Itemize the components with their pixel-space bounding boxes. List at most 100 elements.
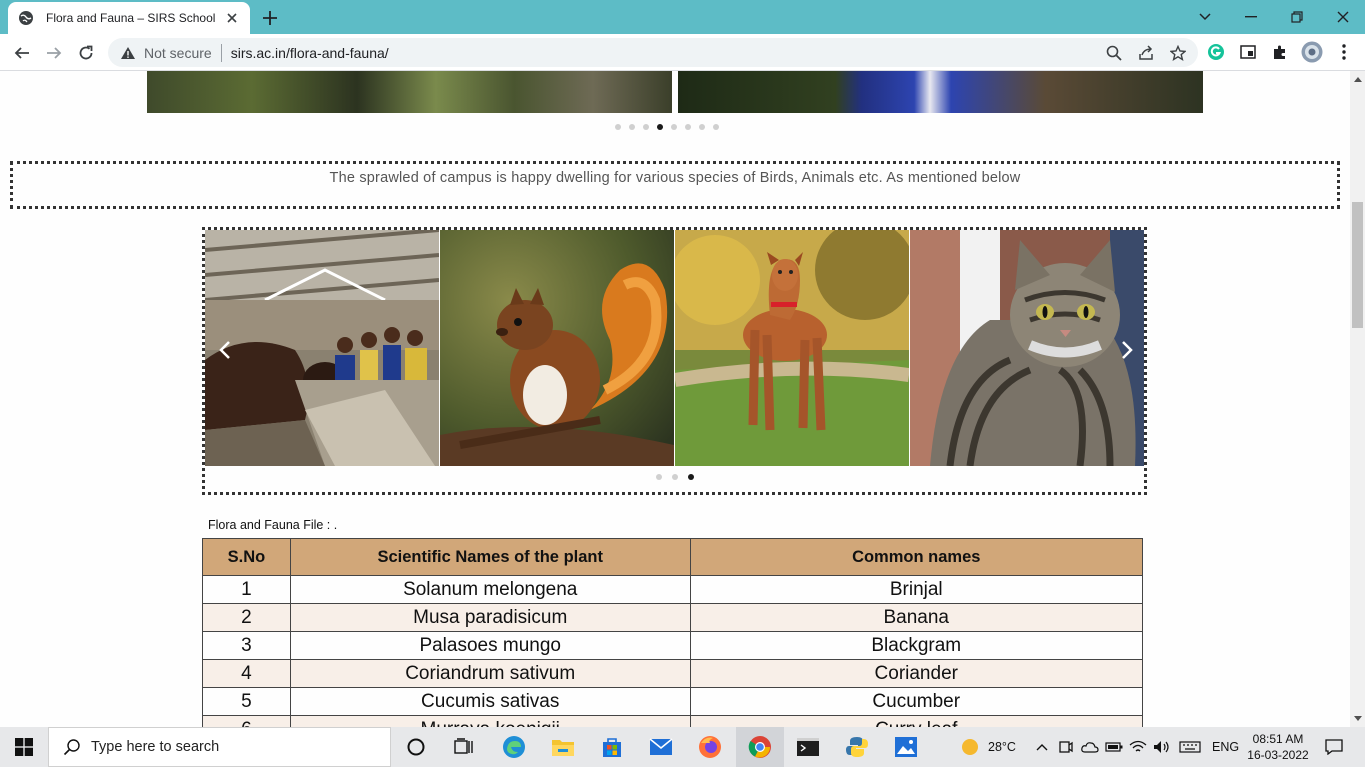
chrome-icon[interactable] bbox=[744, 731, 776, 763]
reload-button[interactable] bbox=[72, 39, 100, 67]
col-header-sno: S.No bbox=[202, 538, 291, 576]
meet-now-icon[interactable] bbox=[1054, 731, 1078, 763]
cell-common-name: Cucumber bbox=[689, 687, 1143, 716]
flora-table: S.No Scientific Names of the plant Commo… bbox=[202, 538, 1143, 727]
gallery-dot-2[interactable] bbox=[672, 474, 678, 480]
table-row: 6Murraya koenigiiCurry leaf bbox=[202, 715, 1143, 727]
profile-avatar[interactable] bbox=[1300, 40, 1324, 64]
tray-chevron-up-icon[interactable] bbox=[1028, 731, 1056, 763]
taskbar-search-box[interactable]: Type here to search bbox=[48, 727, 391, 767]
page-viewport: The sprawled of campus is happy dwelling… bbox=[0, 71, 1350, 727]
forward-button[interactable] bbox=[40, 39, 68, 67]
cell-common-name: Curry leaf bbox=[689, 715, 1143, 727]
cell-sno: 1 bbox=[202, 575, 291, 604]
photos-icon[interactable] bbox=[890, 731, 922, 763]
url-text[interactable]: sirs.ac.in/flora-and-fauna/ bbox=[231, 45, 1102, 61]
cell-sno: 5 bbox=[202, 687, 291, 716]
table-row: 2 Musa paradisicum Banana bbox=[202, 603, 1143, 632]
cell-sno: 3 bbox=[202, 631, 291, 660]
cell-common-name: Banana bbox=[689, 603, 1143, 632]
weather-sun-icon[interactable] bbox=[954, 731, 986, 763]
globe-icon bbox=[18, 10, 34, 26]
scroll-down-arrow-icon[interactable] bbox=[1353, 714, 1362, 723]
language-indicator[interactable]: ENG bbox=[1212, 740, 1239, 754]
task-view-icon[interactable] bbox=[448, 731, 480, 763]
firefox-icon[interactable] bbox=[694, 731, 726, 763]
top-carousel-dot-2[interactable] bbox=[629, 124, 635, 130]
microsoft-store-icon[interactable] bbox=[596, 731, 628, 763]
top-carousel-photo-left bbox=[147, 71, 672, 113]
top-carousel-dot-7[interactable] bbox=[699, 124, 705, 130]
top-carousel-dot-1[interactable] bbox=[615, 124, 621, 130]
search-placeholder: Type here to search bbox=[91, 739, 220, 755]
cell-sno: 6 bbox=[202, 715, 291, 727]
cell-common-name: Coriander bbox=[689, 659, 1143, 688]
cat-photo bbox=[910, 230, 1144, 466]
keyboard-icon[interactable] bbox=[1176, 731, 1204, 763]
table-row: 5 Cucumis sativas Cucumber bbox=[202, 687, 1143, 716]
gallery-next-arrow[interactable] bbox=[1117, 336, 1137, 364]
top-carousel-dot-3[interactable] bbox=[643, 124, 649, 130]
browser-toolbar: Not secure sirs.ac.in/flora-and-fauna/ bbox=[0, 34, 1365, 71]
cell-scientific-name: Cucumis sativas bbox=[289, 687, 691, 716]
windows-start-icon[interactable] bbox=[0, 727, 48, 767]
cell-scientific-name: Musa paradisicum bbox=[289, 603, 691, 632]
mail-icon[interactable] bbox=[645, 731, 677, 763]
zoom-icon[interactable] bbox=[1102, 41, 1126, 65]
weather-temperature[interactable]: 28°C bbox=[988, 740, 1016, 754]
tab-search-chevron-icon[interactable] bbox=[1192, 4, 1218, 30]
top-carousel-dot-6[interactable] bbox=[685, 124, 691, 130]
share-icon[interactable] bbox=[1134, 41, 1158, 65]
page-scrollbar[interactable] bbox=[1350, 71, 1365, 727]
python-icon[interactable] bbox=[841, 731, 873, 763]
browser-tab[interactable]: Flora and Fauna – SIRS School bbox=[8, 2, 250, 34]
system-clock[interactable]: 08:51 AM 16-03-2022 bbox=[1245, 731, 1311, 763]
minimize-button[interactable] bbox=[1238, 4, 1264, 30]
edge-browser-icon[interactable] bbox=[498, 731, 530, 763]
table-row: 1 Solanum melongena Brinjal bbox=[202, 575, 1143, 604]
battery-icon[interactable] bbox=[1102, 731, 1126, 763]
grammarly-extension-icon[interactable] bbox=[1204, 40, 1228, 64]
search-icon bbox=[63, 739, 80, 756]
gallery-prev-arrow[interactable] bbox=[215, 336, 235, 364]
cell-scientific-name: Coriandrum sativum bbox=[289, 659, 691, 688]
file-explorer-icon[interactable] bbox=[547, 731, 579, 763]
top-carousel-dot-5[interactable] bbox=[671, 124, 677, 130]
campus-notice-box: The sprawled of campus is happy dwelling… bbox=[10, 161, 1340, 209]
squirrel-photo bbox=[440, 230, 674, 466]
cell-common-name: Blackgram bbox=[689, 631, 1143, 660]
restore-button[interactable] bbox=[1284, 4, 1310, 30]
terminal-icon[interactable] bbox=[792, 731, 824, 763]
close-tab-icon[interactable] bbox=[224, 10, 240, 26]
bookmark-star-icon[interactable] bbox=[1166, 41, 1190, 65]
wifi-icon[interactable] bbox=[1126, 731, 1150, 763]
top-carousel-dots bbox=[615, 124, 719, 130]
omnibox-divider bbox=[220, 43, 222, 62]
cell-sno: 2 bbox=[202, 603, 291, 632]
top-carousel-dot-8[interactable] bbox=[713, 124, 719, 130]
warning-icon[interactable] bbox=[120, 45, 136, 61]
top-carousel-photo-right bbox=[678, 71, 1203, 113]
address-bar[interactable]: Not secure sirs.ac.in/flora-and-fauna/ bbox=[108, 38, 1198, 67]
security-label[interactable]: Not secure bbox=[144, 45, 212, 61]
cortana-icon[interactable] bbox=[400, 731, 432, 763]
cell-scientific-name: Solanum melongena bbox=[289, 575, 691, 604]
scroll-thumb[interactable] bbox=[1352, 202, 1363, 328]
gallery-dot-1[interactable] bbox=[656, 474, 662, 480]
onedrive-sync-icon[interactable] bbox=[1078, 731, 1102, 763]
notice-text: The sprawled of campus is happy dwelling… bbox=[329, 170, 1021, 186]
new-tab-button[interactable] bbox=[258, 6, 282, 30]
close-window-button[interactable] bbox=[1330, 4, 1356, 30]
back-button[interactable] bbox=[8, 39, 36, 67]
volume-icon[interactable] bbox=[1150, 731, 1174, 763]
windows-taskbar: Type here to search 28°C ENG 08:51 AM 16… bbox=[0, 727, 1365, 767]
picture-in-picture-icon[interactable] bbox=[1236, 40, 1260, 64]
scroll-up-arrow-icon[interactable] bbox=[1353, 75, 1362, 84]
gallery-dot-3[interactable] bbox=[688, 474, 694, 480]
menu-dots-icon[interactable] bbox=[1332, 40, 1356, 64]
browser-titlebar: Flora and Fauna – SIRS School bbox=[0, 0, 1365, 34]
extensions-puzzle-icon[interactable] bbox=[1268, 40, 1292, 64]
notification-center-icon[interactable] bbox=[1318, 731, 1350, 763]
cell-common-name: Brinjal bbox=[689, 575, 1143, 604]
top-carousel-dot-4[interactable] bbox=[657, 124, 663, 130]
